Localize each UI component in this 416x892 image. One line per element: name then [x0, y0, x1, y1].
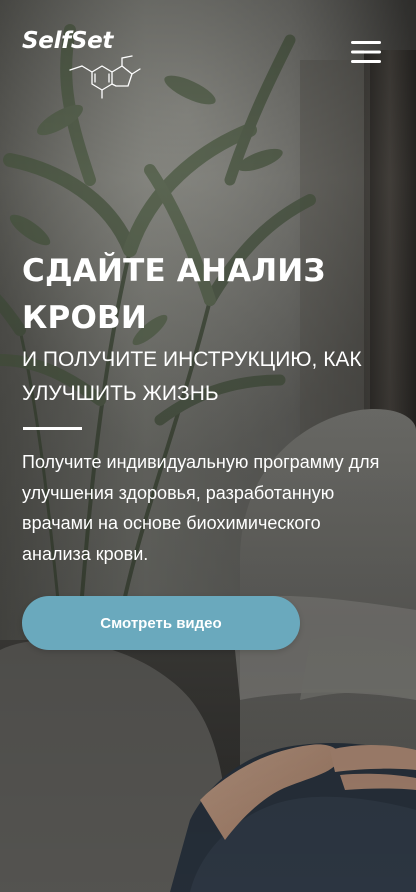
menu-button[interactable]	[346, 36, 386, 68]
brand-name: SelfSet	[22, 28, 114, 54]
hero-screen: SelfSet СДАЙТЕ АНАЛИЗ КРОВИ И ПОЛУЧИТЕ И…	[0, 0, 416, 892]
molecule-icon	[69, 55, 141, 99]
hero-subtitle: И ПОЛУЧИТЕ ИНСТРУКЦИЮ, КАК УЛУЧШИТЬ ЖИЗН…	[22, 348, 362, 405]
hero-title: СДАЙТЕ АНАЛИЗ КРОВИ	[22, 253, 326, 336]
hamburger-icon	[351, 41, 381, 63]
background-overlay	[0, 0, 416, 892]
divider	[23, 427, 82, 430]
brand-logo[interactable]: SelfSet	[22, 30, 152, 100]
watch-video-button[interactable]: Смотреть видео	[22, 596, 300, 650]
hero-description: Получите индивидуальную программу для ул…	[22, 452, 380, 564]
